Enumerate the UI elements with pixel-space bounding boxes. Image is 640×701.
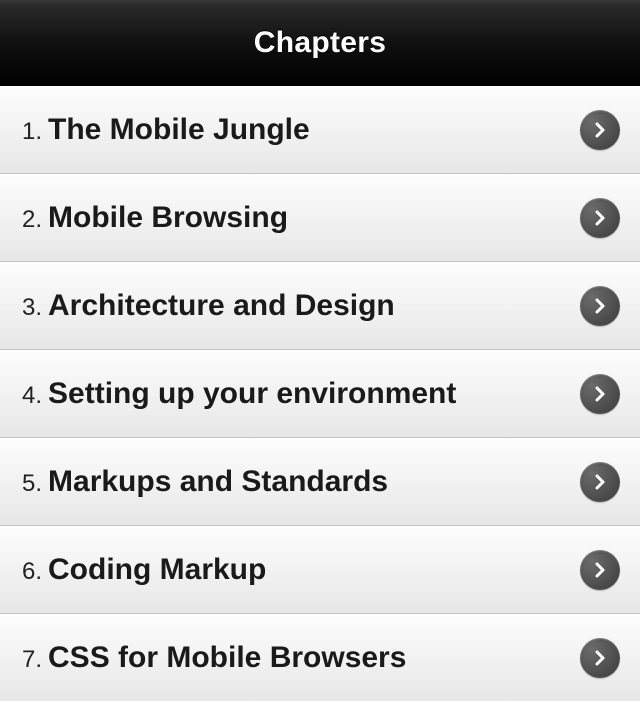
chapter-number: 1. bbox=[22, 118, 42, 146]
chapter-number: 3. bbox=[22, 294, 42, 322]
chapter-item-5[interactable]: 5. Markups and Standards bbox=[0, 438, 640, 526]
chapter-label: Setting up your environment bbox=[48, 377, 580, 411]
chapter-item-7[interactable]: 7. CSS for Mobile Browsers bbox=[0, 614, 640, 701]
chapter-item-2[interactable]: 2. Mobile Browsing bbox=[0, 174, 640, 262]
chevron-right-icon bbox=[580, 550, 620, 590]
chapter-label: Coding Markup bbox=[48, 553, 580, 587]
chapter-label: Markups and Standards bbox=[48, 465, 580, 499]
chapter-item-4[interactable]: 4. Setting up your environment bbox=[0, 350, 640, 438]
chevron-right-icon bbox=[580, 462, 620, 502]
chapter-item-6[interactable]: 6. Coding Markup bbox=[0, 526, 640, 614]
chapter-number: 5. bbox=[22, 470, 42, 498]
chevron-right-icon bbox=[580, 198, 620, 238]
chapter-item-1[interactable]: 1. The Mobile Jungle bbox=[0, 86, 640, 174]
chevron-right-icon bbox=[580, 110, 620, 150]
chapters-list: 1. The Mobile Jungle 2. Mobile Browsing … bbox=[0, 86, 640, 701]
chapter-number: 7. bbox=[22, 646, 42, 674]
chevron-right-icon bbox=[580, 638, 620, 678]
chevron-right-icon bbox=[580, 374, 620, 414]
chapter-label: Architecture and Design bbox=[48, 289, 580, 323]
chapter-label: CSS for Mobile Browsers bbox=[48, 641, 580, 675]
chevron-right-icon bbox=[580, 286, 620, 326]
chapter-number: 6. bbox=[22, 558, 42, 586]
chapter-item-3[interactable]: 3. Architecture and Design bbox=[0, 262, 640, 350]
header-bar: Chapters bbox=[0, 0, 640, 86]
chapter-label: The Mobile Jungle bbox=[48, 113, 580, 147]
page-title: Chapters bbox=[254, 26, 386, 60]
chapter-label: Mobile Browsing bbox=[48, 201, 580, 235]
chapter-number: 4. bbox=[22, 382, 42, 410]
chapter-number: 2. bbox=[22, 206, 42, 234]
